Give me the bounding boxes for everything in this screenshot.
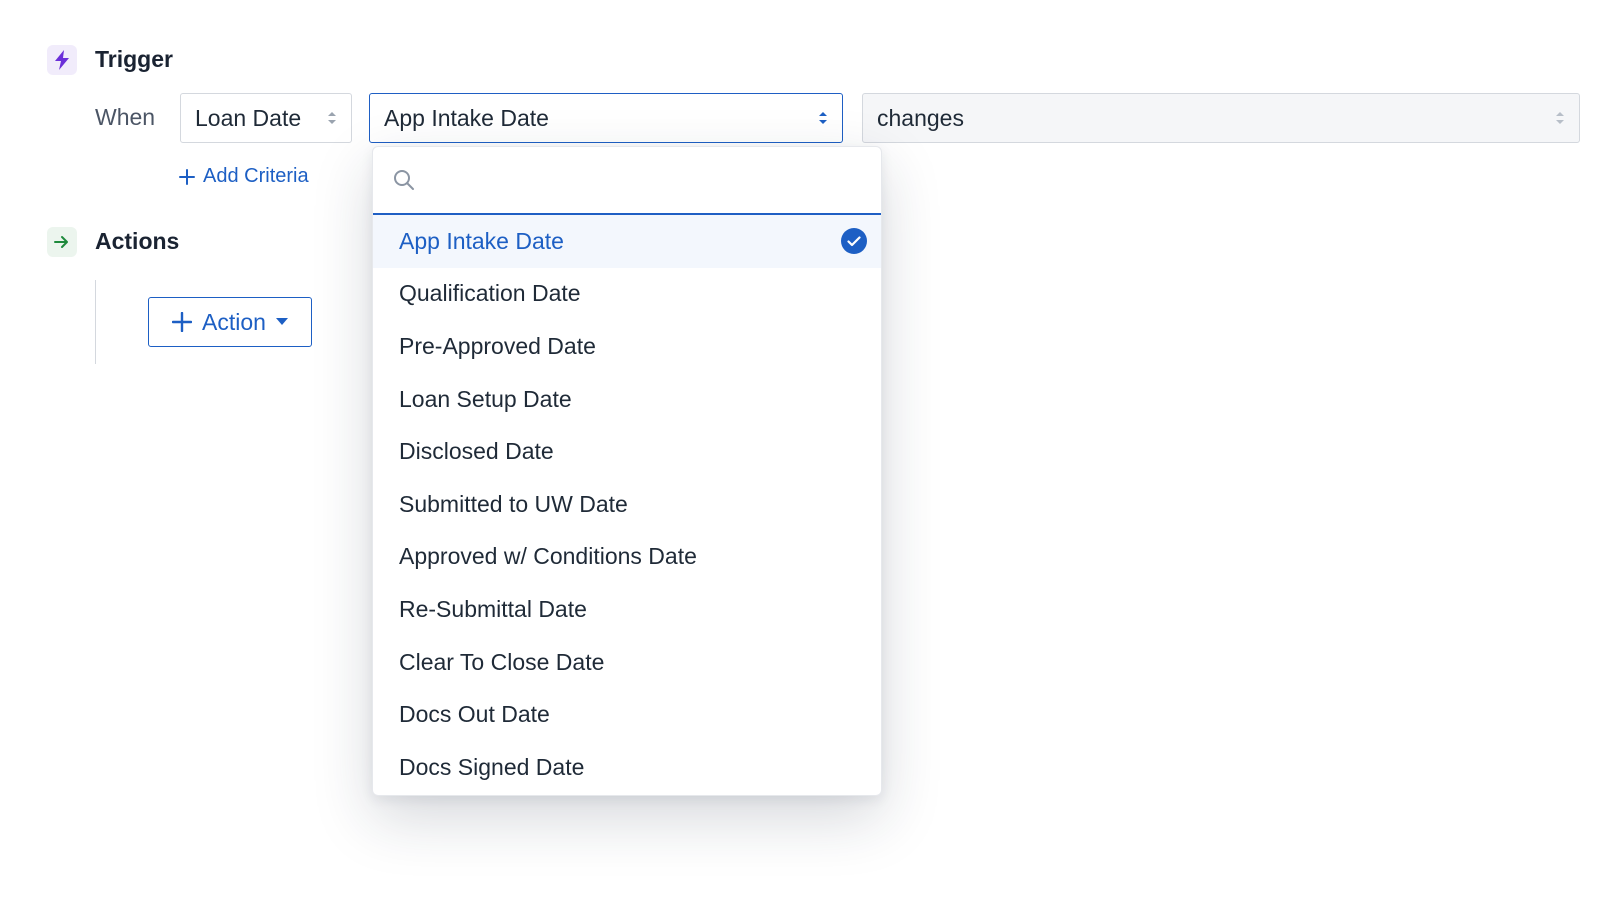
field-select[interactable]: App Intake Date — [369, 93, 843, 143]
dropdown-option-label: Qualification Date — [399, 280, 581, 307]
dropdown-option[interactable]: App Intake Date — [373, 215, 881, 268]
search-input[interactable] — [425, 160, 881, 200]
dropdown-option-label: Re-Submittal Date — [399, 595, 587, 622]
dropdown-option[interactable]: Qualification Date — [373, 268, 881, 321]
caret-down-icon — [275, 318, 288, 325]
source-select-value: Loan Date — [195, 104, 302, 131]
condition-select-value: changes — [877, 104, 964, 131]
dropdown-option-label: Docs Out Date — [399, 701, 550, 728]
arrow-right-icon — [47, 227, 77, 257]
dropdown-option[interactable]: Approved w/ Conditions Date — [373, 531, 881, 584]
condition-select[interactable]: changes — [862, 93, 1580, 143]
dropdown-option-label: Docs Signed Date — [399, 753, 585, 780]
dropdown-option[interactable]: Docs Out Date — [373, 688, 881, 741]
add-criteria-button[interactable]: Add Criteria — [179, 165, 309, 188]
dropdown-option[interactable]: Re-Submittal Date — [373, 583, 881, 636]
dropdown-search — [373, 147, 881, 215]
add-action-button[interactable]: Action — [148, 297, 312, 347]
dropdown-option-label: App Intake Date — [399, 227, 564, 254]
dropdown-option[interactable]: Disclosed Date — [373, 425, 881, 478]
dropdown-options: App Intake Date Qualification Date Pre-App… — [373, 215, 881, 794]
source-select[interactable]: Loan Date — [180, 93, 352, 143]
dropdown-option[interactable]: Clear To Close Date — [373, 636, 881, 689]
dropdown-option[interactable]: Loan Setup Date — [373, 373, 881, 426]
dropdown-option-label: Clear To Close Date — [399, 648, 605, 675]
dropdown-option[interactable]: Pre-Approved Date — [373, 320, 881, 373]
dropdown-option-label: Approved w/ Conditions Date — [399, 543, 697, 570]
dropdown-option-label: Submitted to UW Date — [399, 490, 628, 517]
dropdown-option-label: Loan Setup Date — [399, 385, 572, 412]
trigger-title: Trigger — [95, 46, 173, 72]
actions-title: Actions — [95, 228, 180, 254]
field-dropdown-menu: App Intake Date Qualification Date Pre-App… — [372, 146, 882, 796]
dropdown-option[interactable]: Docs Signed Date — [373, 741, 881, 794]
lightning-bolt-icon — [47, 45, 77, 75]
dropdown-option-label: Pre-Approved Date — [399, 332, 596, 359]
add-criteria-label: Add Criteria — [203, 165, 309, 187]
when-label: When — [95, 104, 156, 130]
field-select-value: App Intake Date — [384, 104, 549, 131]
add-action-label: Action — [202, 308, 266, 335]
sort-arrows-icon — [819, 112, 827, 124]
plus-icon — [172, 312, 193, 332]
dropdown-option[interactable]: Submitted to UW Date — [373, 478, 881, 531]
sort-arrows-icon — [1556, 112, 1564, 124]
sort-arrows-icon — [328, 112, 336, 124]
plus-icon — [179, 168, 195, 185]
actions-connector-line — [95, 280, 96, 364]
dropdown-option-label: Disclosed Date — [399, 438, 554, 465]
check-circle-icon — [841, 228, 867, 255]
search-icon — [394, 170, 414, 190]
